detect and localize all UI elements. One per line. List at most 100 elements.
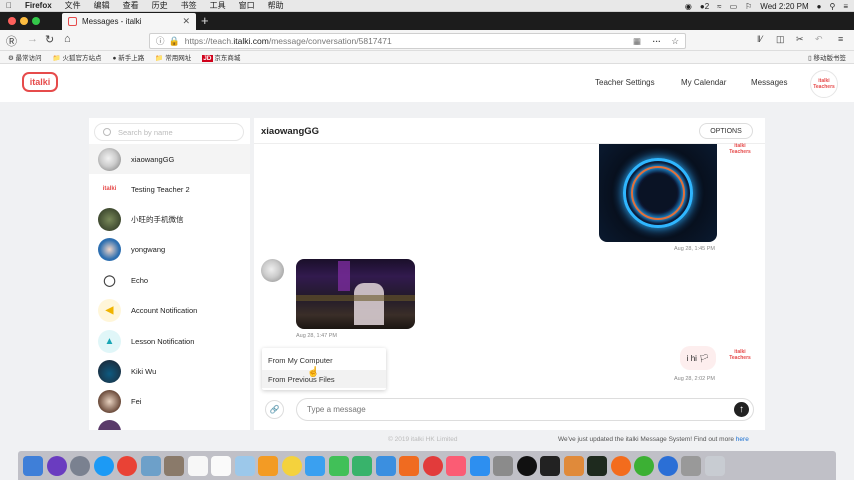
siri-icon[interactable] [46,455,67,476]
photos-icon[interactable] [281,455,302,476]
bookmark-jd[interactable]: JD 京东商城 [202,52,240,62]
message-input[interactable] [296,398,754,421]
minimize-window-icon[interactable] [20,17,28,25]
send-icon[interactable]: ↑ [734,402,749,417]
new-tab-icon[interactable]: + [201,13,209,28]
app-store-icon[interactable] [469,455,490,476]
bookmark-getting-started[interactable]: ● 新手上路 [113,52,145,62]
menu-file[interactable]: 文件 [65,0,81,11]
tab-messages[interactable]: Messages - italki ✕ [62,13,196,30]
library-icon[interactable]: ‖⁄ [757,34,762,44]
system-preferences-icon[interactable] [493,455,513,476]
terminal-icon[interactable] [540,455,560,476]
menu-help[interactable]: 帮助 [268,0,284,11]
close-tab-icon[interactable]: ✕ [182,16,190,27]
nav-messages[interactable]: Messages [751,78,787,87]
pages-icon[interactable] [399,455,419,476]
pliers-icon[interactable] [563,455,584,476]
menu-edit[interactable]: 编辑 [94,0,110,11]
zoom-window-icon[interactable] [32,17,40,25]
menu-bookmarks[interactable]: 书签 [181,0,197,11]
contact-echo[interactable]: ◯ Echo [89,265,250,295]
info-icon[interactable]: ⓘ [156,35,165,47]
user-icon[interactable]: ● [817,2,822,11]
mobile-bookmarks[interactable]: ▯ 移动版书签 [808,52,846,62]
music-icon[interactable] [446,455,466,476]
sidebar-icon[interactable]: ◫ [776,34,785,45]
menu-window[interactable]: 窗口 [239,0,255,11]
menu-view[interactable]: 查看 [123,0,139,11]
calendar-icon[interactable] [187,455,208,476]
update-notice-link[interactable]: here [736,436,749,443]
maps-icon[interactable] [234,455,255,476]
back-icon[interactable]: Ⓡ [6,33,17,49]
received-image[interactable] [296,259,415,329]
photo-app-icon[interactable] [140,455,161,476]
bookmark-common-sites[interactable]: 📁 常用网址 [155,52,191,62]
chrome-icon[interactable] [117,455,137,476]
safari-icon[interactable] [93,455,114,476]
notification-icon[interactable]: ●2 [700,2,709,11]
close-window-icon[interactable] [8,17,16,25]
nav-teacher-settings[interactable]: Teacher Settings [595,78,655,87]
contact-partial[interactable] [89,416,250,430]
record-icon[interactable]: ◉ [685,2,692,11]
menu-app-firefox[interactable]: Firefox [25,1,52,10]
sync-icon[interactable]: ↶ [815,34,823,45]
wechat-icon[interactable] [634,455,654,476]
activity-monitor-icon[interactable] [587,455,607,476]
blocked-icon[interactable] [422,455,443,476]
search-box[interactable]: Search by name [94,123,244,141]
attach-icon[interactable]: 🔗 [265,400,284,419]
contact-lesson-notification[interactable]: ▲ Lesson Notification [89,326,250,356]
menu-history[interactable]: 历史 [152,0,168,11]
firefox-icon[interactable] [610,455,631,476]
reload-icon[interactable]: ↻ [45,33,54,46]
hamburger-menu-icon[interactable]: ≡ [838,34,843,44]
contact-xiaowang-wechat[interactable]: 小旺的手机微信 [89,204,250,234]
profile-avatar[interactable]: italki Teachers [810,70,838,98]
bookmark-firefox-site[interactable]: 📁 火狐官方站点 [53,52,102,62]
bookmark-most-visited[interactable]: ⚙ 最常访问 [8,52,42,62]
launchpad-icon[interactable] [70,455,90,476]
contact-testing-teacher-2[interactable]: italki Testing Teacher 2 [89,174,250,204]
contact-account-notification[interactable]: ◀ Account Notification [89,295,250,325]
spotlight-icon[interactable]: ⚲ [829,2,835,11]
books-icon[interactable] [258,455,278,476]
contacts-icon[interactable] [164,455,184,476]
clock[interactable]: Wed 2:20 PM [760,2,808,11]
messages-icon[interactable] [305,455,325,476]
flag-icon[interactable]: ⚐ [745,2,752,11]
menu-tools[interactable]: 工具 [210,0,226,11]
menu-list-icon[interactable]: ≡ [843,2,848,11]
wifi-icon[interactable]: ≈ [717,2,721,11]
options-button[interactable]: OPTIONS [699,123,753,139]
attach-from-previous-files[interactable]: From Previous Files [262,370,386,388]
italki-logo[interactable]: italki [22,72,58,92]
contact-yongwang[interactable]: yongwang [89,234,250,264]
keynote-icon[interactable] [375,455,396,476]
page-actions-icon[interactable]: ··· [653,36,662,46]
url-bar[interactable]: ⓘ 🔒 https://teach. italki.com/message/con… [149,33,686,49]
bookmark-star-icon[interactable]: ☆ [671,36,679,47]
notes-icon[interactable] [211,455,231,476]
contact-xiaowanggg[interactable]: xiaowangGG [89,144,250,174]
qq-icon[interactable] [516,455,537,476]
attach-from-computer[interactable]: From My Computer [262,351,386,369]
contact-fei[interactable]: Fei [89,386,250,416]
browser-icon[interactable] [657,455,678,476]
numbers-icon[interactable] [352,455,372,476]
keyboard-icon[interactable] [681,455,701,476]
sent-image[interactable] [599,144,717,242]
battery-icon[interactable]: ▭ [730,2,738,11]
home-icon[interactable]: ⌂ [64,33,71,45]
forward-icon[interactable]: → [27,33,38,45]
nav-my-calendar[interactable]: My Calendar [681,78,726,87]
contact-kiki-wu[interactable]: Kiki Wu [89,356,250,386]
apple-icon[interactable]:  [6,1,12,10]
search-input[interactable]: Search by name [118,128,173,137]
screenshot-icon[interactable]: ✂ [796,34,804,45]
finder-icon[interactable] [23,455,43,476]
facetime-icon[interactable] [328,455,349,476]
trash-icon[interactable] [704,455,725,476]
